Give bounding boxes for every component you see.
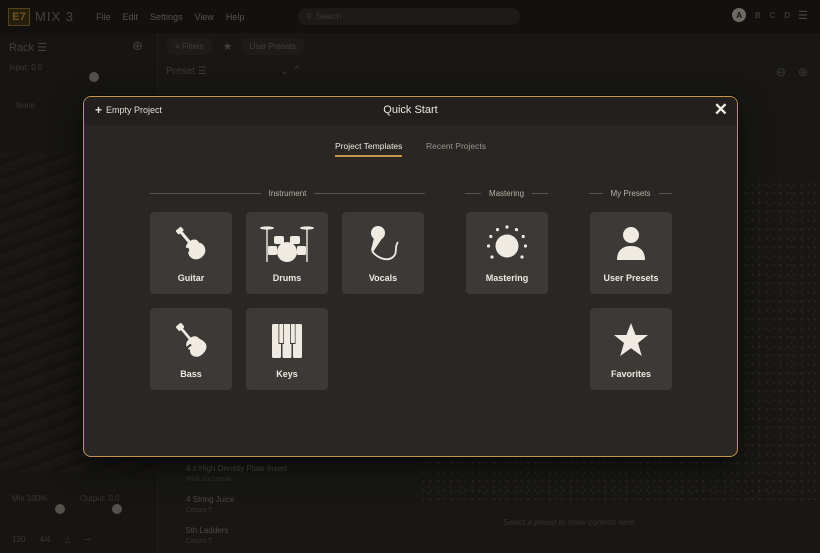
star-icon xyxy=(611,320,651,360)
close-icon[interactable]: ✕ xyxy=(714,100,728,120)
tile-label: Mastering xyxy=(485,273,529,283)
mastering-knob-icon xyxy=(487,224,527,264)
tile-label: Favorites xyxy=(610,369,652,379)
active-tab-underline xyxy=(335,155,403,157)
tile-label: Drums xyxy=(272,273,302,283)
tile-label: Guitar xyxy=(177,273,205,283)
quick-start-dialog: + Empty Project Quick Start ✕ Project Te… xyxy=(83,96,738,457)
keys-template-tile[interactable]: Keys xyxy=(246,308,328,390)
mastering-template-tile[interactable]: Mastering xyxy=(466,212,548,294)
section-mastering: Mastering xyxy=(465,189,548,198)
tile-label: Keys xyxy=(276,369,298,379)
dialog-header: + Empty Project Quick Start ✕ xyxy=(84,97,737,125)
drum-kit-icon xyxy=(260,224,314,264)
user-icon xyxy=(611,224,651,264)
microphone-icon xyxy=(363,224,403,264)
bass-template-tile[interactable]: Bass xyxy=(150,308,232,390)
vocals-template-tile[interactable]: Vocals xyxy=(342,212,424,294)
tile-label: User Presets xyxy=(603,273,659,283)
bass-guitar-icon xyxy=(171,320,211,360)
tab-recent-projects[interactable]: Recent Projects xyxy=(426,141,486,151)
section-instrument: Instrument xyxy=(150,189,426,198)
favorites-tile[interactable]: Favorites xyxy=(590,308,672,390)
user-presets-tile[interactable]: User Presets xyxy=(590,212,672,294)
tab-project-templates[interactable]: Project Templates xyxy=(335,141,403,157)
tile-label: Vocals xyxy=(368,273,398,283)
tile-label: Bass xyxy=(180,369,202,379)
drums-template-tile[interactable]: Drums xyxy=(246,212,328,294)
guitar-template-tile[interactable]: Guitar xyxy=(150,212,232,294)
piano-keys-icon xyxy=(271,320,303,360)
section-my-presets: My Presets xyxy=(589,189,673,198)
dialog-title: Quick Start xyxy=(383,104,438,116)
acoustic-guitar-icon xyxy=(171,224,211,264)
